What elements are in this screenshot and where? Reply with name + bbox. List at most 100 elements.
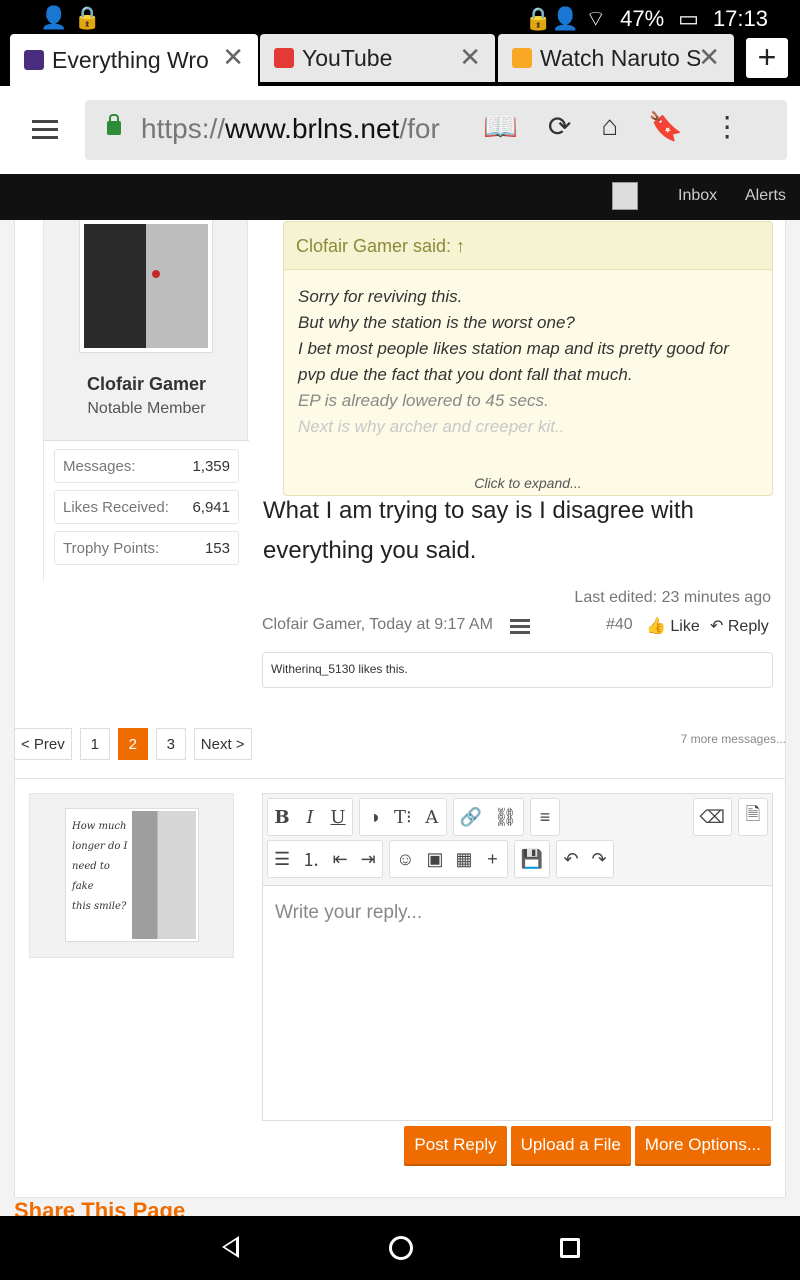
tab-bar: Everything Wro ✕ YouTube ✕ Watch Naruto … (0, 34, 800, 86)
align-group: ≡ (530, 798, 561, 836)
stat-messages[interactable]: Messages: 1,359 (54, 449, 239, 483)
reply-avatar-frame[interactable]: How much longer do I need to fake this s… (65, 808, 199, 942)
user-title: Notable Member (87, 400, 206, 417)
reader-mode-icon[interactable]: 📖 (483, 110, 518, 143)
text-style-group: B I U (267, 798, 353, 836)
more-messages-link[interactable]: 7 more messages... (681, 732, 786, 746)
menu-hamburger-icon[interactable] (32, 120, 58, 144)
username[interactable]: Clofair Gamer (44, 374, 249, 395)
font-family-icon[interactable]: A (424, 807, 440, 828)
tab-everything-wrong[interactable]: Everything Wro ✕ (10, 34, 258, 86)
quote-header[interactable]: Clofair Gamer said: ↑ (284, 222, 772, 270)
underline-icon[interactable]: U (330, 807, 346, 828)
italic-icon[interactable]: I (302, 807, 318, 828)
brlns-favicon-icon (24, 50, 44, 70)
recents-icon[interactable] (560, 1238, 580, 1258)
reply-button[interactable]: ↶ Reply (710, 616, 769, 636)
url-text[interactable]: https://www.brlns.net/for (141, 113, 467, 145)
post-number[interactable]: #40 (606, 616, 633, 634)
avatar (84, 224, 208, 348)
stat-trophy[interactable]: Trophy Points: 153 (54, 531, 239, 565)
post-author-time[interactable]: Clofair Gamer, Today at 9:17 AM (262, 616, 493, 634)
tab-watch-naruto[interactable]: Watch Naruto S ✕ (498, 34, 734, 82)
close-tab-icon[interactable]: ✕ (222, 42, 244, 73)
post-menu-icon[interactable] (510, 619, 530, 637)
bullet-list-icon[interactable]: ☰ (274, 849, 290, 870)
editor-toolbar: B I U ◑ T⁝ A 🔗 ⛓ ≡ ⌫ 🗎 ☰ ⒈ ⇤ ⇥ ☺ ▣ ▦ + 💾… (263, 794, 772, 886)
smiley-icon[interactable]: ☺ (396, 849, 414, 870)
lock-icon (107, 114, 121, 135)
clear-format-group: ⌫ (692, 798, 732, 836)
like-button[interactable]: 👍 Like (646, 616, 700, 636)
indent-icon[interactable]: ⇥ (360, 849, 376, 870)
post-reply-button[interactable]: Post Reply (404, 1126, 507, 1164)
naruto-favicon-icon (512, 48, 532, 68)
home-circle-icon[interactable] (389, 1236, 413, 1260)
close-tab-icon[interactable]: ✕ (459, 42, 481, 73)
link-icon[interactable]: 🔗 (460, 807, 482, 828)
reply-editor: B I U ◑ T⁝ A 🔗 ⛓ ≡ ⌫ 🗎 ☰ ⒈ ⇤ ⇥ ☺ ▣ ▦ + 💾… (262, 793, 773, 1121)
site-nav-bar: Inbox Alerts (0, 174, 800, 220)
user-stats: Messages: 1,359 Likes Received: 6,941 Trop… (44, 440, 249, 582)
likes-summary[interactable]: Witherinq_5130 likes this. (262, 652, 773, 688)
reply-arrow-icon: ↶ (710, 618, 728, 635)
home-icon[interactable]: ⌂ (601, 110, 618, 143)
numbered-list-icon[interactable]: ⒈ (302, 846, 320, 872)
insert-plus-icon[interactable]: + (485, 849, 501, 870)
document-icon[interactable]: 🗎 (745, 802, 761, 832)
save-draft-icon[interactable]: 💾 (521, 849, 543, 870)
new-tab-button[interactable]: + (746, 38, 788, 78)
redo-icon[interactable]: ↷ (591, 849, 607, 870)
text-color-icon[interactable]: ◑ (366, 807, 382, 828)
url-bar[interactable]: https://www.brlns.net/for 📖 ⟳ ⌂ 🔖 ⋮ (85, 100, 787, 160)
prev-page-button[interactable]: < Prev (14, 728, 72, 760)
list-group: ☰ ⒈ ⇤ ⇥ (267, 840, 384, 878)
click-to-expand[interactable]: Click to expand... (284, 475, 772, 491)
bookmark-icon[interactable]: 🔖 (648, 110, 683, 143)
media-icon[interactable]: ▦ (456, 849, 473, 870)
battery-icon: ▭ (678, 6, 699, 31)
last-edited: Last edited: 23 minutes ago (574, 589, 771, 606)
reply-actions: Post Reply Upload a File More Options... (404, 1126, 771, 1164)
share-heading: Share This Page (14, 1198, 186, 1216)
reload-icon[interactable]: ⟳ (548, 110, 571, 143)
tab-title: Everything Wro (52, 46, 209, 73)
android-nav-bar (0, 1216, 800, 1280)
image-icon[interactable]: ▣ (427, 849, 444, 870)
pagination: < Prev 1 2 3 Next > (14, 728, 252, 760)
page-1[interactable]: 1 (79, 728, 110, 760)
save-group: 💾 (513, 840, 550, 878)
bold-icon[interactable]: B (274, 807, 290, 828)
next-page-button[interactable]: Next > (193, 728, 252, 760)
upload-file-button[interactable]: Upload a File (510, 1126, 631, 1164)
insert-group: ☺ ▣ ▦ + (389, 840, 508, 878)
status-left-icons: 👤 🔒 (40, 5, 101, 30)
eraser-icon[interactable]: ⌫ (700, 807, 725, 828)
align-icon[interactable]: ≡ (537, 807, 553, 828)
page-2-current[interactable]: 2 (117, 728, 148, 760)
avatar: How much longer do I need to fake this s… (68, 811, 196, 939)
more-vert-icon[interactable]: ⋮ (713, 110, 741, 143)
user-info-block: Clofair Gamer Notable Member Messages: 1,… (43, 220, 249, 582)
post-message: What I am trying to say is I disagree wi… (263, 497, 694, 564)
back-icon[interactable] (222, 1236, 239, 1258)
alerts-link[interactable]: Alerts (745, 187, 786, 205)
tab-youtube[interactable]: YouTube ✕ (260, 34, 495, 82)
reply-textarea[interactable]: Write your reply... (263, 886, 772, 940)
unlink-icon[interactable]: ⛓ (494, 807, 517, 828)
more-options-button[interactable]: More Options... (634, 1126, 771, 1164)
font-size-icon[interactable]: T⁝ (394, 807, 412, 828)
youtube-favicon-icon (274, 48, 294, 68)
user-avatar[interactable] (612, 182, 638, 210)
quick-reply: How much longer do I need to fake this s… (14, 778, 786, 1198)
outdent-icon[interactable]: ⇤ (332, 849, 348, 870)
battery-level: 47% (620, 6, 665, 31)
page-3[interactable]: 3 (155, 728, 186, 760)
inbox-link[interactable]: Inbox (678, 187, 717, 205)
close-tab-icon[interactable]: ✕ (698, 42, 720, 73)
undo-icon[interactable]: ↶ (563, 849, 579, 870)
user-avatar-frame[interactable] (79, 220, 213, 353)
stat-likes[interactable]: Likes Received: 6,941 (54, 490, 239, 524)
font-group: ◑ T⁝ A (359, 798, 447, 836)
page-content: Clofair Gamer Notable Member Messages: 1,… (0, 220, 800, 1216)
